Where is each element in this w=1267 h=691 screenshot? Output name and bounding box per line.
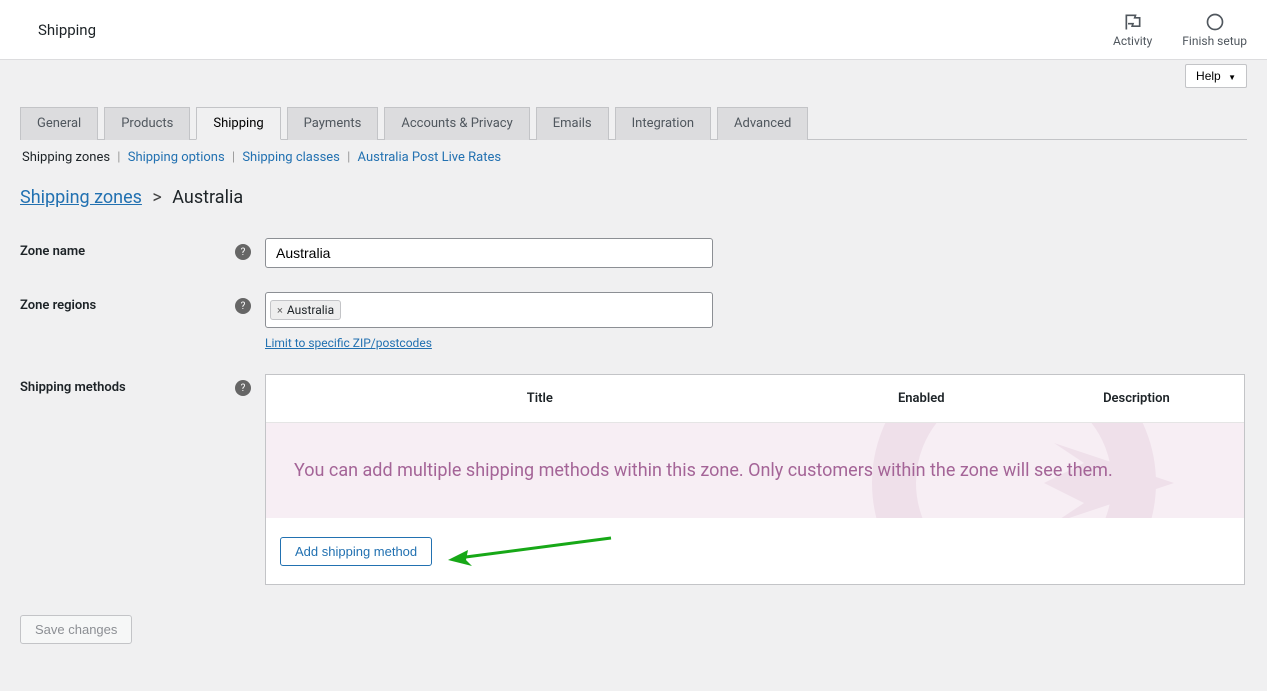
help-row: Help ▼ (0, 60, 1267, 88)
separator: | (232, 150, 235, 165)
separator: | (347, 150, 350, 165)
subnav-shipping-options[interactable]: Shipping options (128, 150, 225, 165)
help-icon[interactable]: ? (235, 380, 251, 396)
tab-emails[interactable]: Emails (536, 107, 609, 140)
subnav-aus-post-live-rates[interactable]: Australia Post Live Rates (358, 150, 502, 165)
row-shipping-methods: Shipping methods ? Title Enabled Descrip… (20, 362, 1247, 597)
empty-state: You can add multiple shipping methods wi… (266, 423, 1244, 518)
finish-setup-button[interactable]: Finish setup (1182, 12, 1247, 48)
breadcrumb-root[interactable]: Shipping zones (20, 187, 142, 208)
table-header: Title Enabled Description (266, 375, 1244, 423)
zone-regions-input[interactable]: × Australia (265, 292, 713, 328)
flag-icon (1123, 12, 1143, 32)
tab-integration[interactable]: Integration (615, 107, 711, 140)
save-row: Save changes (20, 615, 1247, 644)
zone-regions-label: Zone regions (20, 292, 235, 313)
table-footer: Add shipping method (266, 518, 1244, 584)
page-title: Shipping (20, 21, 96, 39)
col-enabled: Enabled (814, 375, 1029, 422)
help-icon[interactable]: ? (235, 298, 251, 314)
activity-button[interactable]: Activity (1113, 12, 1152, 48)
zone-name-input[interactable] (265, 238, 713, 268)
region-tag-label: Australia (287, 303, 334, 317)
breadcrumb-current: Australia (172, 187, 243, 208)
chevron-down-icon: ▼ (1228, 73, 1236, 82)
row-zone-regions: Zone regions ? × Australia Limit to spec… (20, 280, 1247, 362)
tab-accounts-privacy[interactable]: Accounts & Privacy (384, 107, 529, 140)
separator: | (117, 150, 120, 165)
col-title: Title (266, 375, 814, 422)
help-label: Help (1196, 69, 1221, 83)
breadcrumb-separator: > (152, 187, 161, 208)
col-description: Description (1029, 375, 1244, 422)
tab-payments[interactable]: Payments (287, 107, 379, 140)
tab-shipping[interactable]: Shipping (196, 107, 280, 140)
row-zone-name: Zone name ? (20, 226, 1247, 280)
subnav-shipping-classes[interactable]: Shipping classes (242, 150, 340, 165)
shipping-subnav: Shipping zones | Shipping options | Ship… (20, 140, 1247, 165)
shipping-methods-label: Shipping methods (20, 374, 235, 395)
activity-label: Activity (1113, 34, 1152, 48)
circle-icon (1205, 12, 1225, 32)
pointer-arrow-icon (446, 536, 616, 566)
help-dropdown[interactable]: Help ▼ (1185, 64, 1247, 88)
settings-tabs: General Products Shipping Payments Accou… (20, 106, 1247, 140)
tab-products[interactable]: Products (104, 107, 190, 140)
zone-name-label: Zone name (20, 238, 235, 259)
help-icon[interactable]: ? (235, 244, 251, 260)
finish-setup-label: Finish setup (1182, 34, 1247, 48)
top-header: Shipping Activity Finish setup (0, 0, 1267, 60)
tab-general[interactable]: General (20, 107, 98, 140)
subnav-shipping-zones[interactable]: Shipping zones (22, 150, 110, 165)
shipping-methods-table: Title Enabled Description You can add mu… (265, 374, 1245, 585)
remove-tag-icon[interactable]: × (277, 304, 283, 317)
header-actions: Activity Finish setup (1113, 12, 1247, 48)
save-changes-button[interactable]: Save changes (20, 615, 132, 644)
add-shipping-method-button[interactable]: Add shipping method (280, 537, 432, 566)
region-tag: × Australia (270, 300, 341, 320)
tab-advanced[interactable]: Advanced (717, 107, 808, 140)
breadcrumb: Shipping zones > Australia (20, 165, 1247, 226)
empty-text: You can add multiple shipping methods wi… (294, 460, 1113, 481)
limit-postcodes-link[interactable]: Limit to specific ZIP/postcodes (265, 336, 713, 350)
